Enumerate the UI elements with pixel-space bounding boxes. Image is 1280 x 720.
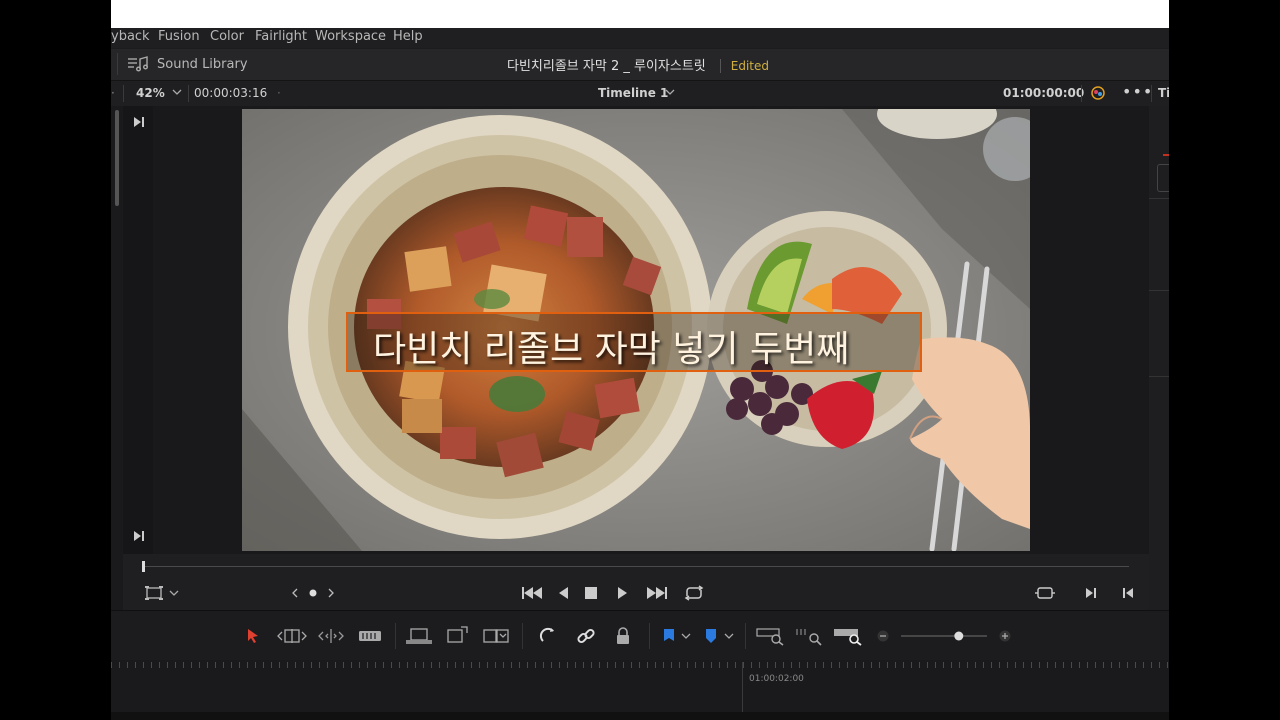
menu-help[interactable]: Help (393, 29, 423, 44)
timeline-name[interactable]: Timeline 1 (598, 86, 668, 100)
edited-status: Edited (719, 59, 769, 73)
next-edit-icon[interactable] (1085, 587, 1097, 599)
scrubber-track[interactable] (143, 566, 1129, 567)
safe-area-chevron-icon[interactable] (169, 588, 179, 598)
menu-workspace[interactable]: Workspace (315, 29, 386, 44)
overwrite-clip-icon[interactable] (445, 626, 469, 646)
source-timecode: 00:00:03:16 (194, 86, 268, 100)
detail-zoom-icon[interactable] (795, 626, 823, 646)
inspector-tab[interactable]: Ti (1158, 86, 1169, 100)
zoom-level[interactable]: 42% (136, 86, 165, 100)
top-blank-area (111, 0, 1169, 28)
play-reverse-icon[interactable] (557, 586, 569, 600)
loop-icon[interactable] (683, 585, 705, 601)
previous-edit-icon[interactable] (1122, 587, 1134, 599)
menu-fusion[interactable]: Fusion (158, 29, 200, 44)
edit-toolbar (111, 610, 1169, 661)
zoom-out-icon[interactable] (877, 630, 889, 642)
safe-area-icon[interactable] (145, 586, 163, 600)
inspector-panel-edge (1149, 106, 1169, 610)
sound-library-icon (127, 56, 157, 72)
insert-clip-icon[interactable] (405, 627, 433, 645)
position-lock-icon[interactable] (615, 626, 631, 646)
menu-color[interactable]: Color (210, 29, 244, 44)
menu-bar: yback Fusion Color Fairlight Workspace H… (111, 28, 1169, 48)
marker-icon[interactable] (705, 628, 717, 644)
linked-selection-icon[interactable] (576, 626, 596, 646)
trim-edit-mode-icon[interactable] (277, 628, 307, 644)
skip-to-end-icon[interactable] (133, 116, 145, 128)
dot-icon: · (277, 86, 281, 100)
go-to-start-icon[interactable] (521, 586, 543, 600)
resolve-window: yback Fusion Color Fairlight Workspace H… (111, 0, 1169, 720)
stop-icon[interactable] (585, 587, 597, 599)
timeline-ruler[interactable] (111, 660, 1169, 676)
skip-to-end-icon[interactable] (133, 530, 145, 542)
flag-icon[interactable] (663, 628, 675, 644)
custom-zoom-icon[interactable] (833, 626, 863, 646)
title-bar: Sound Library 다빈치리졸브 자막 2 _ 루이자스트릿 Edited (111, 49, 1169, 81)
match-frame-icon[interactable] (1035, 586, 1055, 600)
playback-controls (123, 554, 1149, 610)
more-options-icon[interactable]: ••• (1122, 82, 1153, 101)
subtitle-text[interactable]: 다빈치 리졸브 자막 넣기 두번째 (373, 320, 849, 372)
flag-chevron-icon[interactable] (681, 631, 691, 641)
marker-chevron-icon[interactable] (724, 631, 734, 641)
blade-edit-icon[interactable] (358, 629, 382, 643)
play-icon[interactable] (617, 586, 629, 600)
color-wheel-icon[interactable] (1089, 84, 1107, 102)
zoom-slider-knob[interactable] (954, 631, 964, 641)
timeline-timecode: 01:00:00:00 (1003, 86, 1085, 100)
snapping-icon[interactable] (538, 626, 558, 646)
viewer-header: · 42% 00:00:03:16 · Timeline 1 01:00:00:… (111, 81, 1169, 106)
zoom-chevron-icon[interactable] (172, 87, 182, 97)
jog-control-icon[interactable] (291, 587, 335, 599)
selection-mode-icon[interactable] (246, 628, 260, 644)
zoom-in-icon[interactable] (999, 630, 1011, 642)
divider (117, 53, 118, 75)
zoom-slider[interactable] (901, 631, 987, 641)
menu-playback[interactable]: yback (111, 29, 150, 44)
timeline-chevron-icon[interactable] (665, 87, 675, 97)
timeline-area[interactable]: 01:00:02:00 (111, 660, 1169, 720)
dot-icon: · (111, 86, 115, 100)
dynamic-trim-icon[interactable] (318, 628, 344, 644)
viewer-side-strip (123, 106, 153, 554)
scrubber-playhead[interactable] (142, 561, 145, 572)
replace-clip-icon[interactable] (482, 627, 510, 645)
menu-fairlight[interactable]: Fairlight (255, 29, 307, 44)
ruler-timecode: 01:00:02:00 (749, 674, 804, 684)
sound-library-button[interactable]: Sound Library (127, 54, 248, 74)
project-name: 다빈치리졸브 자막 2 _ 루이자스트릿 (507, 59, 706, 74)
project-title: 다빈치리졸브 자막 2 _ 루이자스트릿 Edited (507, 55, 769, 74)
viewer-scrollbar[interactable] (111, 106, 123, 610)
sound-library-label: Sound Library (157, 56, 248, 72)
bottom-edge (111, 712, 1169, 720)
full-extent-zoom-icon[interactable] (756, 626, 784, 646)
go-to-end-icon[interactable] (646, 586, 668, 600)
